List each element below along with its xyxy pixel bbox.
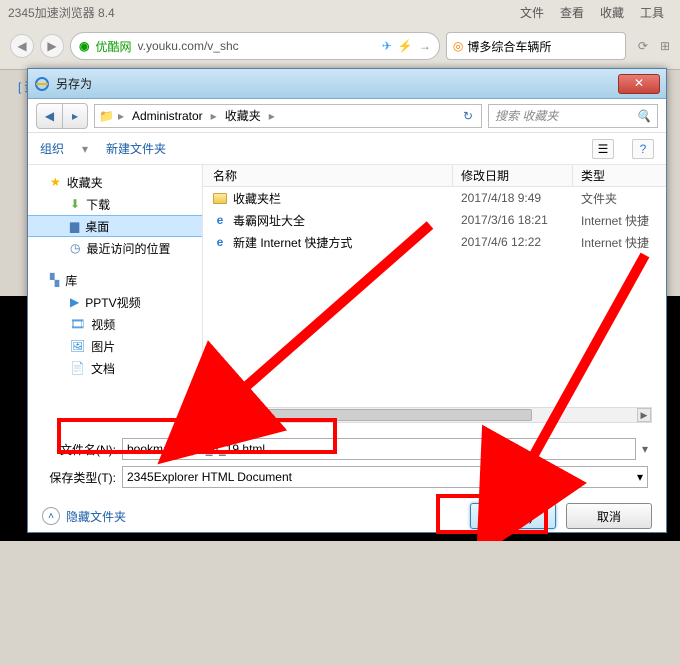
site-label: 优酷网 (95, 38, 131, 55)
tree-library[interactable]: ▚库 (28, 269, 202, 291)
dialog-title: 另存为 (56, 75, 618, 92)
scroll-thumb[interactable] (222, 409, 532, 421)
bolt-icon[interactable]: ⚡ (398, 39, 413, 53)
nav-back-button[interactable]: ◀ (36, 103, 62, 129)
reload-icon[interactable]: ↻ (459, 109, 477, 123)
col-date[interactable]: 修改日期 (453, 165, 573, 186)
address-bar[interactable]: ◉ 优酷网 v.youku.com/v_shc ✈ ⚡ → (70, 32, 440, 60)
browser-chrome: 2345加速浏览器 8.4 文件 查看 收藏 工具 ◀ ▶ ◉ 优酷网 v.yo… (0, 0, 680, 70)
ie-icon (34, 76, 50, 92)
breadcrumb[interactable]: 📁 ▸ Administrator ▸ 收藏夹 ▸ ↻ (94, 104, 482, 128)
tree-desktop[interactable]: ▆桌面 (28, 215, 202, 237)
ie-icon: e (213, 213, 227, 227)
hide-folders-toggle[interactable]: ˄ 隐藏文件夹 (42, 507, 126, 525)
rocket-icon[interactable]: ✈ (382, 39, 392, 53)
crumb-admin[interactable]: Administrator (128, 109, 207, 123)
tree-video[interactable]: 🎞视频 (28, 313, 202, 335)
url-text: v.youku.com/v_shc (138, 39, 376, 53)
apps-icon[interactable]: ⊞ (660, 39, 670, 53)
file-row[interactable]: 收藏夹栏 2017/4/18 9:49 文件夹 (203, 187, 666, 209)
folder-icon (213, 193, 227, 204)
star-icon: ★ (50, 175, 61, 189)
search-engine-icon: ◎ (453, 39, 463, 53)
search-placeholder: 搜索 收藏夹 (495, 107, 558, 124)
nav-forward-button[interactable]: ▸ (62, 103, 88, 129)
folder-search[interactable]: 搜索 收藏夹 🔍 (488, 104, 658, 128)
filetype-label: 保存类型(T): (46, 469, 116, 486)
tree-favorites[interactable]: ★收藏夹 (28, 171, 202, 193)
view-options-icon[interactable]: ☰ (592, 139, 614, 159)
picture-icon: 🖼 (70, 339, 85, 353)
file-list[interactable]: 名称 修改日期 类型 收藏夹栏 2017/4/18 9:49 文件夹 e毒霸网址… (203, 165, 666, 425)
filename-dropdown-icon[interactable]: ▾ (642, 442, 648, 456)
organize-button[interactable]: 组织 (40, 140, 64, 157)
video-icon: 🎞 (70, 317, 85, 331)
scroll-left-icon[interactable]: ◀ (208, 408, 222, 422)
desktop-icon: ▆ (70, 219, 79, 233)
chevron-up-icon: ˄ (42, 507, 60, 525)
new-folder-button[interactable]: 新建文件夹 (106, 140, 166, 157)
refresh-icon[interactable]: ⟳ (638, 39, 648, 53)
go-icon[interactable]: → (419, 39, 431, 53)
folder-tree[interactable]: ★收藏夹 ⬇下载 ▆桌面 ◷最近访问的位置 ▚库 ▶PPTV视频 🎞视频 🖼图片… (28, 165, 203, 425)
search-text: 博多综合车辆所 (467, 38, 551, 55)
scroll-right-icon[interactable]: ▶ (637, 408, 651, 422)
file-list-header[interactable]: 名称 修改日期 类型 (203, 165, 666, 187)
path-bar: ◀ ▸ 📁 ▸ Administrator ▸ 收藏夹 ▸ ↻ 搜索 收藏夹 🔍 (28, 99, 666, 133)
menu-view[interactable]: 查看 (560, 4, 584, 21)
menu-fav[interactable]: 收藏 (600, 4, 624, 21)
browser-title-bar: 2345加速浏览器 8.4 文件 查看 收藏 工具 (0, 0, 680, 24)
horizontal-scrollbar[interactable]: ◀ ▶ (207, 407, 652, 423)
tree-pptv[interactable]: ▶PPTV视频 (28, 291, 202, 313)
back-button[interactable]: ◀ (10, 34, 34, 58)
col-type[interactable]: 类型 (573, 165, 666, 186)
filetype-select[interactable]: 2345Explorer HTML Document ▾ (122, 466, 648, 488)
site-shield-icon: ◉ (79, 39, 89, 53)
menu-tools[interactable]: 工具 (640, 4, 664, 21)
file-row[interactable]: e毒霸网址大全 2017/3/16 18:21 Internet 快捷 (203, 209, 666, 231)
chevron-down-icon: ▾ (637, 470, 643, 484)
save-button[interactable]: 保存(S) (470, 503, 556, 529)
folder-icon: 📁 (99, 109, 114, 123)
doc-icon: 📄 (70, 361, 85, 375)
cancel-button[interactable]: 取消 (566, 503, 652, 529)
tree-docs[interactable]: 📄文档 (28, 357, 202, 379)
save-as-dialog: 另存为 ✕ ◀ ▸ 📁 ▸ Administrator ▸ 收藏夹 ▸ ↻ 搜索… (27, 68, 667, 533)
filename-label: 文件名(N): (46, 441, 116, 458)
file-row[interactable]: e新建 Internet 快捷方式 2017/4/6 12:22 Interne… (203, 231, 666, 253)
dialog-body: ★收藏夹 ⬇下载 ▆桌面 ◷最近访问的位置 ▚库 ▶PPTV视频 🎞视频 🖼图片… (28, 165, 666, 425)
recent-icon: ◷ (70, 241, 80, 255)
form-area: 文件名(N): ▾ 保存类型(T): 2345Explorer HTML Doc… (28, 425, 666, 497)
tree-downloads[interactable]: ⬇下载 (28, 193, 202, 215)
filename-input[interactable] (122, 438, 636, 460)
dialog-footer: ˄ 隐藏文件夹 保存(S) 取消 (28, 497, 666, 537)
browser-title: 2345加速浏览器 8.4 (8, 4, 115, 21)
help-icon[interactable]: ? (632, 139, 654, 159)
tree-pictures[interactable]: 🖼图片 (28, 335, 202, 357)
menu-file[interactable]: 文件 (520, 4, 544, 21)
dialog-title-bar[interactable]: 另存为 ✕ (28, 69, 666, 99)
close-button[interactable]: ✕ (618, 74, 660, 94)
tree-recent[interactable]: ◷最近访问的位置 (28, 237, 202, 259)
forward-button[interactable]: ▶ (40, 34, 64, 58)
pptv-icon: ▶ (70, 295, 79, 309)
crumb-favorites[interactable]: 收藏夹 (221, 107, 265, 124)
library-icon: ▚ (50, 273, 59, 287)
ie-icon: e (213, 235, 227, 249)
download-icon: ⬇ (70, 197, 80, 211)
command-bar: 组织 ▾ 新建文件夹 ☰ ? (28, 133, 666, 165)
browser-toolbar: ◀ ▶ ◉ 优酷网 v.youku.com/v_shc ✈ ⚡ → ◎ 博多综合… (0, 24, 680, 68)
search-icon: 🔍 (636, 109, 651, 123)
col-name[interactable]: 名称 (203, 165, 453, 186)
browser-search-box[interactable]: ◎ 博多综合车辆所 (446, 32, 626, 60)
